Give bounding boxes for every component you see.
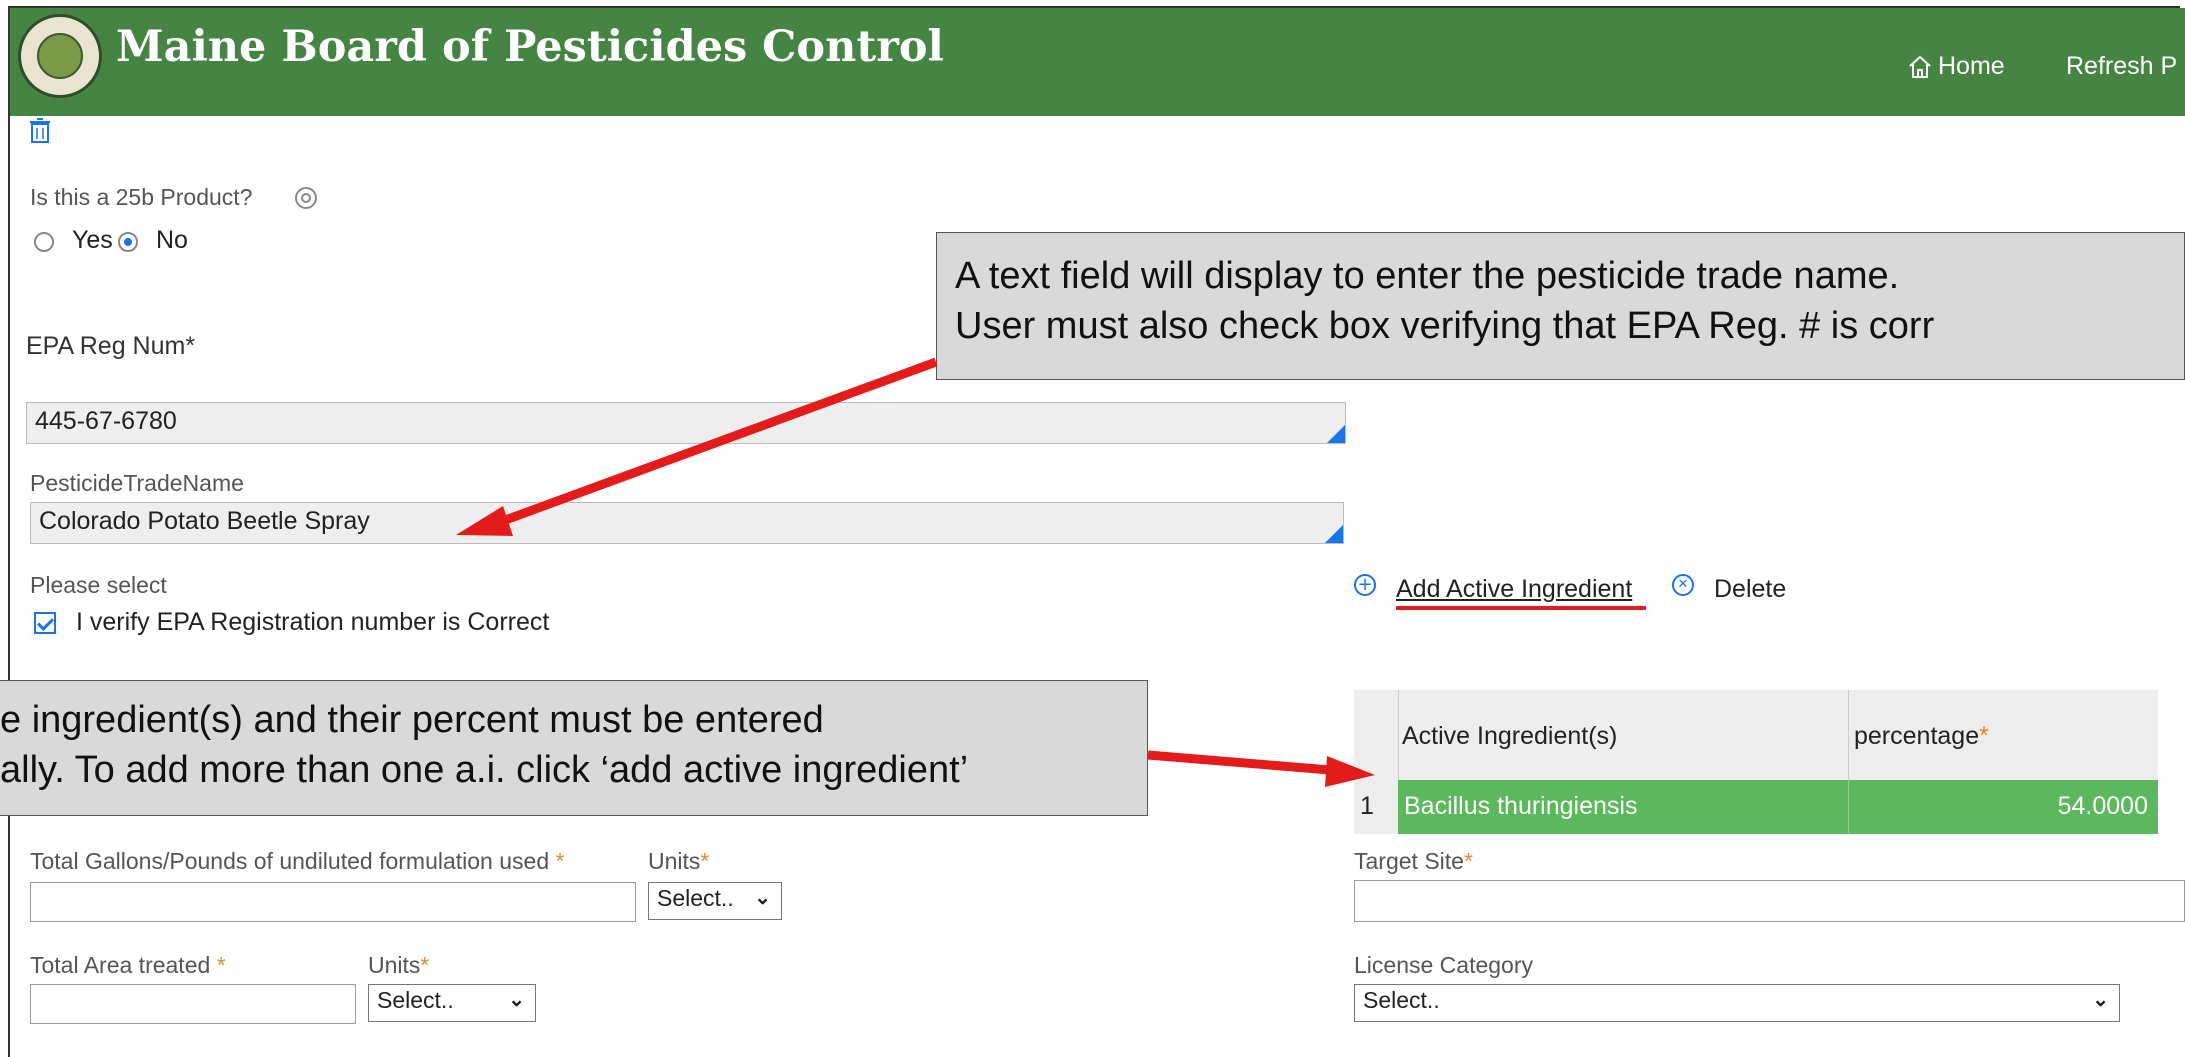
annotation-arrows <box>456 357 1375 787</box>
arrow-to-trade-name <box>456 357 938 536</box>
arrow-to-ingredient-row <box>1147 750 1375 787</box>
